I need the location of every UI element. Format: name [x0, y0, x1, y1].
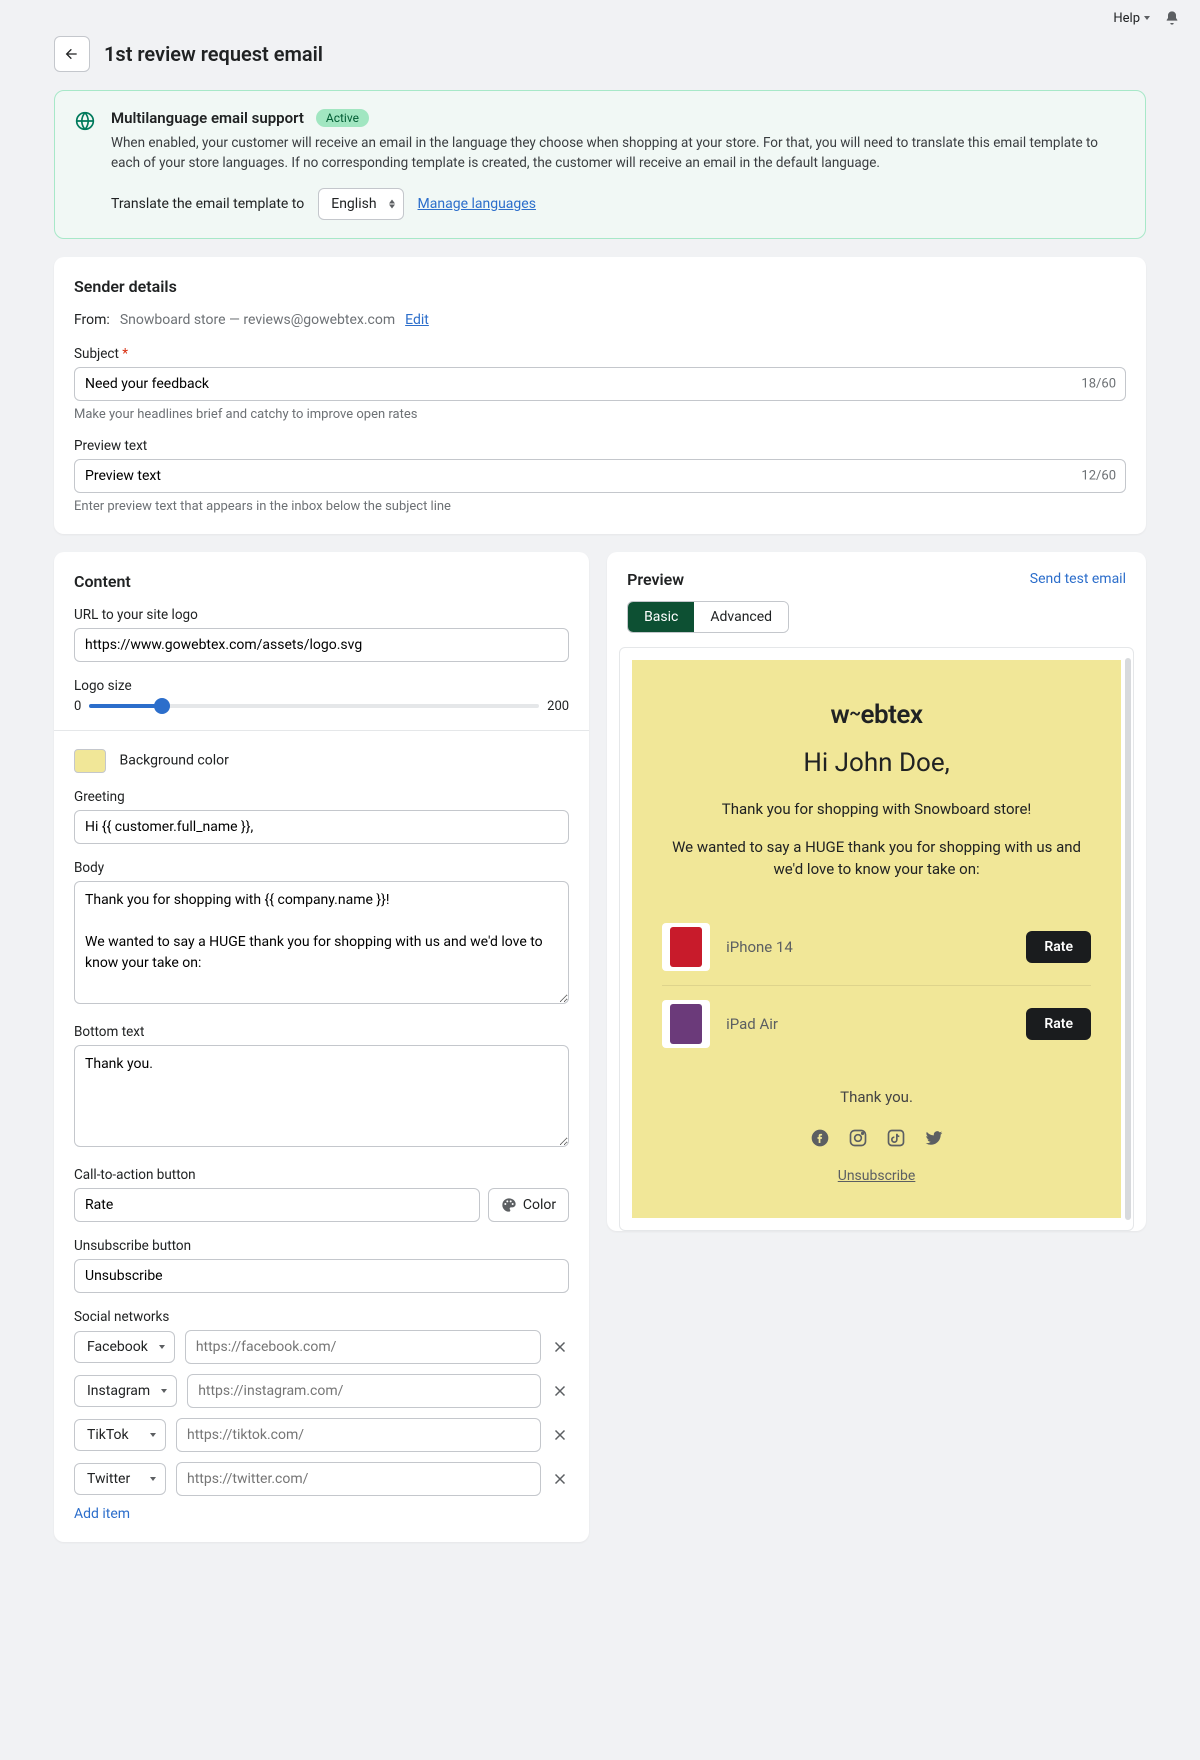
language-value: English — [331, 196, 376, 212]
instagram-icon[interactable] — [848, 1128, 868, 1148]
unsub-input[interactable] — [74, 1259, 569, 1293]
logo-url-input[interactable] — [74, 628, 569, 662]
chevron-down-icon — [150, 1433, 156, 1437]
subject-counter: 18/60 — [1081, 376, 1116, 391]
tiktok-icon[interactable] — [886, 1128, 906, 1148]
body-label: Body — [74, 860, 569, 876]
back-button[interactable] — [54, 36, 90, 72]
language-select[interactable]: English — [318, 188, 403, 220]
from-value: Snowboard store — reviews@gowebtex.com — [120, 312, 395, 328]
social-row: Twitter — [74, 1462, 569, 1496]
product-name: iPhone 14 — [726, 938, 1010, 956]
banner-title: Multilanguage email support — [111, 109, 304, 127]
rate-button[interactable]: Rate — [1026, 931, 1091, 963]
bg-color-swatch[interactable] — [74, 749, 106, 773]
tab-advanced[interactable]: Advanced — [694, 602, 788, 632]
social-label: Social networks — [74, 1309, 569, 1325]
tab-basic[interactable]: Basic — [628, 602, 694, 632]
palette-icon — [501, 1197, 517, 1213]
subject-help: Make your headlines brief and catchy to … — [74, 407, 1126, 422]
email-line1: Thank you for shopping with Snowboard st… — [662, 800, 1091, 818]
social-select-tiktok[interactable]: TikTok — [74, 1419, 166, 1451]
preview-pane: w~ebtex Hi John Doe, Thank you for shopp… — [619, 647, 1134, 1231]
translate-label: Translate the email template to — [111, 196, 304, 212]
banner-description: When enabled, your customer will receive… — [111, 133, 1125, 174]
close-icon[interactable] — [551, 1426, 569, 1444]
preview-text-input[interactable] — [74, 459, 1126, 493]
preview-scrollbar[interactable] — [1125, 658, 1131, 1220]
chevron-down-icon — [1144, 16, 1150, 20]
product-row: iPhone 14 Rate — [662, 909, 1091, 986]
globe-icon — [75, 111, 95, 131]
twitter-icon[interactable] — [924, 1128, 944, 1148]
product-thumb — [662, 1000, 710, 1048]
preview-title: Preview — [627, 570, 684, 589]
color-btn-label: Color — [523, 1197, 556, 1213]
rate-button[interactable]: Rate — [1026, 1008, 1091, 1040]
bottom-textarea[interactable] — [74, 1045, 569, 1147]
bottom-label: Bottom text — [74, 1024, 569, 1040]
from-label: From: — [74, 312, 110, 328]
multilanguage-banner: Multilanguage email support Active When … — [54, 90, 1146, 239]
cta-label: Call-to-action button — [74, 1167, 569, 1183]
bg-color-label: Background color — [119, 752, 228, 768]
logo-size-slider[interactable] — [89, 704, 539, 708]
product-row: iPad Air Rate — [662, 986, 1091, 1062]
status-badge: Active — [316, 109, 369, 127]
preview-counter: 12/60 — [1081, 468, 1116, 483]
product-thumb — [662, 923, 710, 971]
preview-mode-segment: Basic Advanced — [627, 601, 789, 633]
social-select-instagram[interactable]: Instagram — [74, 1375, 177, 1407]
email-unsubscribe[interactable]: Unsubscribe — [838, 1168, 916, 1184]
bell-icon[interactable] — [1164, 10, 1180, 26]
edit-from-link[interactable]: Edit — [405, 312, 429, 328]
preview-text-label: Preview text — [74, 438, 1126, 454]
page-title: 1st review request email — [104, 42, 323, 66]
add-item-link[interactable]: Add item — [74, 1506, 130, 1522]
sender-section-title: Sender details — [74, 277, 1126, 296]
help-label: Help — [1113, 11, 1140, 26]
email-thanks: Thank you. — [662, 1088, 1091, 1106]
email-logo: w~ebtex — [662, 700, 1091, 730]
unsub-label: Unsubscribe button — [74, 1238, 569, 1254]
cta-color-button[interactable]: Color — [488, 1188, 569, 1222]
logo-url-label: URL to your site logo — [74, 607, 569, 623]
social-url-input[interactable] — [185, 1330, 541, 1364]
email-greeting: Hi John Doe, — [662, 748, 1091, 778]
manage-languages-link[interactable]: Manage languages — [418, 196, 536, 212]
slider-max: 200 — [547, 699, 569, 714]
help-menu[interactable]: Help — [1113, 11, 1150, 26]
content-section-title: Content — [74, 572, 569, 591]
chevron-down-icon — [161, 1389, 167, 1393]
preview-help: Enter preview text that appears in the i… — [74, 499, 1126, 514]
facebook-icon[interactable] — [810, 1128, 830, 1148]
email-line2: We wanted to say a HUGE thank you for sh… — [662, 836, 1091, 881]
social-url-input[interactable] — [176, 1462, 541, 1496]
social-url-input[interactable] — [176, 1418, 541, 1452]
social-select-twitter[interactable]: Twitter — [74, 1463, 166, 1495]
cta-input[interactable] — [74, 1188, 480, 1222]
body-textarea[interactable] — [74, 881, 569, 1004]
close-icon[interactable] — [551, 1338, 569, 1356]
greeting-label: Greeting — [74, 789, 569, 805]
social-select-facebook[interactable]: Facebook — [74, 1331, 175, 1363]
social-row: Instagram — [74, 1374, 569, 1408]
send-test-link[interactable]: Send test email — [1030, 571, 1126, 587]
subject-input[interactable] — [74, 367, 1126, 401]
product-name: iPad Air — [726, 1015, 1010, 1033]
subject-label: Subject * — [74, 346, 1126, 362]
slider-min: 0 — [74, 699, 81, 714]
chevron-down-icon — [150, 1477, 156, 1481]
chevron-down-icon — [159, 1345, 165, 1349]
close-icon[interactable] — [551, 1382, 569, 1400]
social-row: Facebook — [74, 1330, 569, 1364]
close-icon[interactable] — [551, 1470, 569, 1488]
logo-size-label: Logo size — [74, 678, 569, 694]
greeting-input[interactable] — [74, 810, 569, 844]
social-url-input[interactable] — [187, 1374, 541, 1408]
social-row: TikTok — [74, 1418, 569, 1452]
arrow-left-icon — [64, 46, 80, 62]
